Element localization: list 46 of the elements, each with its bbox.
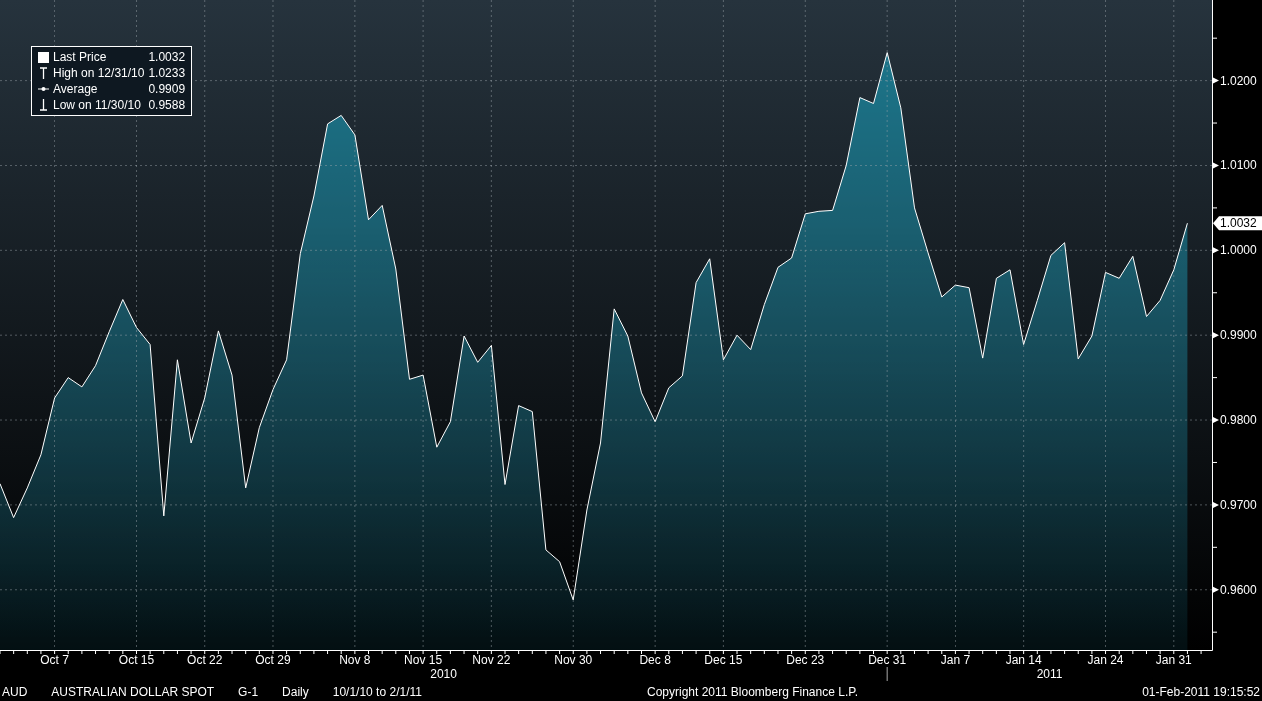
y-tick-label: 1.0200 (1220, 73, 1257, 88)
legend-value: 0.9909 (148, 82, 186, 96)
x-tick-label: Jan 14 (1005, 653, 1042, 667)
y-tick-label: 0.9800 (1220, 413, 1257, 428)
y-tick-label: 0.9600 (1220, 582, 1257, 597)
x-tick-label: Dec 31 (868, 653, 907, 667)
x-tick-label: Nov 22 (472, 653, 511, 667)
year-divider (886, 666, 888, 682)
x-tick-label: Nov 8 (339, 653, 371, 667)
security-info: 10/1/10 to 2/1/11 (332, 684, 422, 701)
last-price-tag: 1.0032 (1213, 216, 1262, 231)
security-info: AUSTRALIAN DOLLAR SPOT (51, 684, 215, 701)
x-tick-label: Oct 7 (40, 653, 69, 667)
legend-label: High on 12/31/10 (53, 66, 145, 80)
security-info: G-1 (238, 684, 259, 701)
y-tick-label: 0.9700 (1220, 497, 1257, 512)
x-tick-label: Oct 15 (118, 653, 155, 667)
y-tick-label: 1.0100 (1220, 158, 1257, 173)
legend-label: Last Price (53, 50, 107, 64)
low-marker-icon (38, 99, 49, 111)
year-label: 2011 (1036, 667, 1063, 681)
x-tick-label: Oct 29 (255, 653, 291, 667)
x-tick-label: Jan 7 (940, 653, 971, 667)
x-tick-label: Dec 8 (639, 653, 671, 667)
legend-value: 1.0032 (148, 50, 186, 64)
average-marker-icon (38, 86, 49, 92)
x-tick-label: Oct 22 (187, 653, 223, 667)
security-info: AUD (2, 684, 28, 701)
security-info: Daily (282, 684, 309, 701)
x-tick-label: Dec 23 (786, 653, 825, 667)
x-tick-label: Jan 31 (1155, 653, 1192, 667)
x-tick-label: Jan 24 (1087, 653, 1124, 667)
timestamp: 01-Feb-2011 19:15:52 (1142, 684, 1260, 701)
square-icon (38, 51, 49, 63)
legend-label: Average (53, 82, 98, 96)
year-label: 2010 (430, 667, 457, 681)
x-tick-label: Dec 15 (704, 653, 743, 667)
x-tick-label: Nov 15 (404, 653, 443, 667)
legend-label: Low on 11/30/10 (53, 98, 141, 112)
legend-value: 1.0233 (148, 66, 186, 80)
copyright-text: Copyright 2011 Bloomberg Finance L.P. (647, 684, 859, 701)
y-tick-label: 0.9900 (1220, 328, 1257, 343)
x-tick-label: Nov 30 (554, 653, 593, 667)
y-tick-label: 1.0000 (1220, 243, 1257, 258)
legend-value: 0.9588 (148, 98, 186, 112)
high-marker-icon (38, 67, 49, 79)
